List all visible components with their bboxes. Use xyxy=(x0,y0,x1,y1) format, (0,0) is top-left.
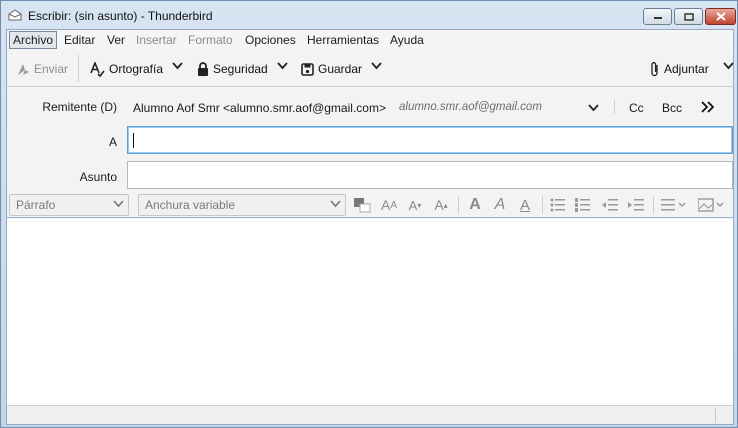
more-recipients-icon[interactable] xyxy=(701,101,714,113)
spelling-button[interactable]: Ortografía xyxy=(90,59,163,79)
to-field[interactable] xyxy=(127,126,733,154)
send-button[interactable]: Enviar xyxy=(17,59,68,79)
underline-icon[interactable]: A xyxy=(515,196,535,214)
save-icon xyxy=(301,62,314,76)
italic-icon[interactable]: A xyxy=(490,196,510,214)
insert-icon[interactable] xyxy=(697,196,729,214)
from-identity[interactable]: Alumno Aof Smr <alumno.smr.aof@gmail.com… xyxy=(133,101,386,115)
format-separator xyxy=(653,196,654,214)
chevron-down-icon xyxy=(330,200,341,208)
chevron-down-icon xyxy=(113,200,124,208)
align-icon[interactable] xyxy=(660,196,690,214)
lock-icon xyxy=(198,62,208,76)
paragraph-format-value: Párrafo xyxy=(16,198,56,212)
window-title: Escribir: (sin asunto) - Thunderbird xyxy=(28,9,213,23)
menu-herramientas[interactable]: Herramientas xyxy=(304,32,382,48)
title-bar: Escribir: (sin asunto) - Thunderbird xyxy=(1,1,737,29)
menu-insertar[interactable]: Insertar xyxy=(133,32,180,48)
send-icon xyxy=(18,63,29,75)
outdent-icon[interactable] xyxy=(600,196,620,214)
menu-formato[interactable]: Formato xyxy=(185,32,236,48)
close-button[interactable] xyxy=(705,8,736,25)
spelling-icon xyxy=(90,61,105,77)
compose-client: Archivo Editar Ver Insertar Formato Opci… xyxy=(6,29,734,425)
subject-label: Asunto xyxy=(79,170,117,184)
minimize-icon xyxy=(653,16,662,19)
format-separator xyxy=(458,196,459,214)
font-size-larger-icon[interactable]: A ▴ xyxy=(431,196,451,214)
font-size-smaller-icon[interactable]: A ▾ xyxy=(405,196,425,214)
subject-field[interactable] xyxy=(127,161,733,189)
save-button[interactable]: Guardar xyxy=(301,59,362,79)
status-bar xyxy=(7,405,733,424)
compose-toolbar: Enviar Ortografía Seguridad Guardar Adju… xyxy=(7,50,734,87)
paragraph-format-select[interactable]: Párrafo xyxy=(9,194,129,216)
security-button[interactable]: Seguridad xyxy=(197,59,268,79)
indent-icon[interactable] xyxy=(626,196,646,214)
spelling-label: Ortografía xyxy=(109,62,164,76)
message-body-editor[interactable] xyxy=(7,219,733,405)
menu-archivo[interactable]: Archivo xyxy=(9,31,58,49)
font-family-select[interactable]: Anchura variable xyxy=(138,194,346,216)
message-headers: Remitente (D) Alumno Aof Smr <alumno.smr… xyxy=(7,88,733,192)
bcc-button[interactable]: Bcc xyxy=(662,101,682,115)
compose-app-icon xyxy=(8,9,22,21)
attach-dropdown-chevron-icon[interactable] xyxy=(723,62,734,70)
from-dropdown-chevron-icon[interactable] xyxy=(588,104,599,112)
compose-window: Escribir: (sin asunto) - Thunderbird Arc… xyxy=(0,0,738,428)
status-separator xyxy=(715,408,716,423)
send-label: Enviar xyxy=(34,62,69,76)
font-size-decrease-icon[interactable]: AA xyxy=(379,196,399,214)
maximize-icon xyxy=(683,12,694,21)
menu-opciones[interactable]: Opciones xyxy=(242,32,299,48)
toolbar-separator xyxy=(78,55,79,82)
security-dropdown-chevron-icon[interactable] xyxy=(277,62,288,70)
maximize-button[interactable] xyxy=(674,8,703,25)
text-color-icon[interactable] xyxy=(352,196,372,214)
save-dropdown-chevron-icon[interactable] xyxy=(371,62,382,70)
menu-bar: Archivo Editar Ver Insertar Formato Opci… xyxy=(7,30,733,50)
bullet-list-icon[interactable] xyxy=(548,196,568,214)
security-label: Seguridad xyxy=(213,62,268,76)
header-separator xyxy=(614,100,615,114)
font-family-value: Anchura variable xyxy=(145,198,236,212)
from-email-hint: alumno.smr.aof@gmail.com xyxy=(399,101,542,113)
spelling-dropdown-chevron-icon[interactable] xyxy=(172,62,183,70)
text-caret xyxy=(133,133,134,148)
attach-button[interactable]: Adjuntar xyxy=(650,59,709,79)
attach-label: Adjuntar xyxy=(664,62,709,76)
paperclip-icon xyxy=(651,62,658,77)
menu-editar[interactable]: Editar xyxy=(61,32,98,48)
numbered-list-icon[interactable] xyxy=(573,196,593,214)
from-label: Remitente (D) xyxy=(42,100,117,114)
bold-icon[interactable]: A xyxy=(465,196,485,214)
close-icon xyxy=(715,12,726,21)
to-label: A xyxy=(108,135,117,149)
cc-button[interactable]: Cc xyxy=(629,101,644,115)
format-toolbar: Párrafo Anchura variable AA A ▾ A ▴ A A A xyxy=(7,192,733,218)
menu-ayuda[interactable]: Ayuda xyxy=(387,32,427,48)
format-separator xyxy=(542,196,543,214)
menu-ver[interactable]: Ver xyxy=(104,32,128,48)
save-label: Guardar xyxy=(318,62,363,76)
minimize-button[interactable] xyxy=(643,8,672,25)
